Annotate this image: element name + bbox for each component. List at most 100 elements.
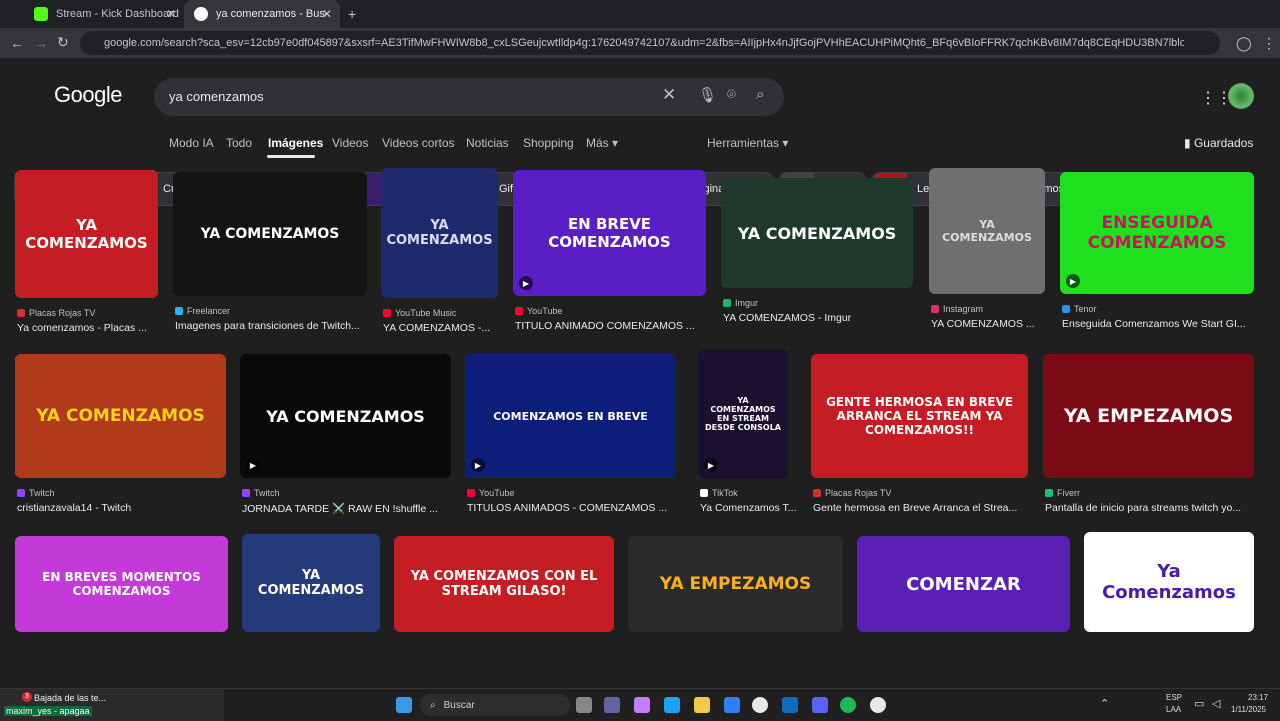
- tab-title: Stream - Kick Dashboard: [56, 8, 179, 20]
- result-source[interactable]: YouTube: [467, 488, 514, 498]
- tab-videos-cortos[interactable]: Videos cortos: [382, 136, 455, 150]
- result-thumbnail[interactable]: YA COMENZAMOS: [15, 354, 226, 478]
- tab-google-search[interactable]: ya comenzamos - Buscar con Google ✕: [184, 0, 340, 28]
- result-thumbnail[interactable]: YA COMENZAMOS ▶: [240, 354, 451, 478]
- google-logo[interactable]: Google: [54, 82, 122, 108]
- result-title[interactable]: Enseguida Comenzamos We Start GI...: [1062, 318, 1256, 330]
- result-source[interactable]: Placas Rojas TV: [17, 308, 95, 318]
- result-title[interactable]: Pantalla de inicio para streams twitch y…: [1045, 502, 1256, 514]
- windows-start-icon[interactable]: [396, 697, 412, 713]
- avatar[interactable]: [1228, 83, 1254, 109]
- search-box[interactable]: ya comenzamos ✕ 🎙 ⌾ ⌕: [154, 78, 784, 116]
- result-source[interactable]: Tenor: [1062, 304, 1097, 314]
- discord-icon[interactable]: [812, 697, 828, 713]
- tab-shopping[interactable]: Shopping: [523, 136, 574, 150]
- spotify-icon[interactable]: [840, 697, 856, 713]
- result-title[interactable]: TITULO ANIMADO COMENZAMOS ...: [515, 320, 708, 332]
- result-thumbnail[interactable]: YA COMENZAMOS: [242, 534, 380, 632]
- thumbnail-text: YA COMENZAMOS EN STREAM DESDE CONSOLA: [705, 396, 781, 432]
- result-title[interactable]: Gente hermosa en Breve Arranca el Strea.…: [813, 502, 1030, 514]
- chrome-icon[interactable]: [752, 697, 768, 713]
- source-favicon-icon: [515, 307, 523, 315]
- result-source[interactable]: YouTube: [515, 306, 562, 316]
- close-icon[interactable]: ✕: [322, 7, 332, 21]
- volume-icon[interactable]: ◁: [1212, 697, 1220, 710]
- result-title[interactable]: cristianzavala14 - Twitch: [17, 502, 228, 514]
- teams-icon[interactable]: [604, 697, 620, 713]
- source-favicon-icon: [931, 305, 939, 313]
- edge-icon[interactable]: [664, 697, 680, 713]
- result-title[interactable]: Ya comenzamos - Placas ...: [17, 322, 177, 334]
- result-thumbnail[interactable]: YA EMPEZAMOS: [628, 536, 843, 632]
- outlook-icon[interactable]: [782, 697, 798, 713]
- result-source[interactable]: TikTok: [700, 488, 738, 498]
- close-icon[interactable]: ✕: [166, 7, 176, 21]
- tab-mas[interactable]: Más ▾: [586, 136, 618, 150]
- store-icon[interactable]: [724, 697, 740, 713]
- result-thumbnail[interactable]: COMENZAR: [857, 536, 1070, 632]
- result-thumbnail[interactable]: EN BREVES MOMENTOS COMENZAMOS: [15, 536, 228, 632]
- saved-button[interactable]: ▮ Guardados: [1184, 136, 1253, 150]
- result-source[interactable]: Placas Rojas TV: [813, 488, 891, 498]
- copilot-icon[interactable]: [634, 697, 650, 713]
- result-title[interactable]: YA COMENZAMOS - Imgur: [723, 312, 915, 324]
- back-icon[interactable]: ←: [10, 35, 24, 51]
- result-thumbnail[interactable]: YA COMENZAMOS: [381, 168, 498, 298]
- tab-todo[interactable]: Todo: [226, 136, 252, 150]
- tools-button[interactable]: Herramientas ▾: [707, 136, 788, 150]
- result-source[interactable]: Twitch: [17, 488, 55, 498]
- result-source[interactable]: Imgur: [723, 298, 758, 308]
- new-tab-button[interactable]: +: [348, 6, 356, 22]
- thumbnail-text: EN BREVES MOMENTOS COMENZAMOS: [42, 570, 201, 598]
- result-thumbnail[interactable]: YA COMENZAMOS: [929, 168, 1045, 294]
- tab-videos[interactable]: Videos: [332, 136, 368, 150]
- tab-imagenes[interactable]: Imágenes: [268, 136, 323, 150]
- file-explorer-icon[interactable]: [694, 697, 710, 713]
- result-title[interactable]: TITULOS ANIMADOS - COMENZAMOS ...: [467, 502, 678, 514]
- network-icon[interactable]: ▭: [1194, 697, 1204, 710]
- result-title[interactable]: Imagenes para transiciones de Twitch...: [175, 320, 369, 332]
- source-name: Placas Rojas TV: [825, 488, 892, 498]
- result-thumbnail[interactable]: EN BREVE COMENZAMOS ▶: [513, 170, 706, 296]
- menu-icon[interactable]: ⋮: [1262, 35, 1276, 52]
- chrome-profile-icon[interactable]: [870, 697, 886, 713]
- search-icon[interactable]: ⌕: [756, 86, 764, 103]
- language-bottom[interactable]: LAA: [1166, 705, 1181, 714]
- task-view-icon[interactable]: [576, 697, 592, 713]
- clear-icon[interactable]: ✕: [662, 85, 676, 105]
- result-thumbnail[interactable]: YA COMENZAMOS: [15, 170, 158, 298]
- result-thumbnail[interactable]: YA EMPEZAMOS: [1043, 354, 1254, 478]
- result-thumbnail[interactable]: YA COMENZAMOS CON EL STREAM GILASO!: [394, 536, 614, 632]
- address-bar[interactable]: google.com/search?sca_esv=12cb97e0df0458…: [80, 31, 1220, 55]
- result-thumbnail[interactable]: GENTE HERMOSA EN BREVE ARRANCA EL STREAM…: [811, 354, 1028, 478]
- tab-modo-ia[interactable]: Modo IA: [169, 136, 214, 150]
- camera-icon[interactable]: ⌾: [727, 86, 736, 103]
- language-top[interactable]: ESP: [1166, 693, 1182, 702]
- result-source[interactable]: Freelancer: [175, 306, 230, 316]
- result-thumbnail[interactable]: YA COMENZAMOS EN STREAM DESDE CONSOLA ▶: [698, 350, 788, 478]
- source-name: Twitch: [254, 488, 280, 498]
- result-title[interactable]: JORNADA TARDE ⚔️ RAW EN !shuffle ...: [242, 502, 453, 515]
- microphone-icon[interactable]: 🎙: [698, 86, 717, 104]
- reload-icon[interactable]: ↻: [57, 34, 69, 51]
- result-thumbnail[interactable]: ENSEGUIDA COMENZAMOS ▶: [1060, 172, 1254, 294]
- taskbar-search[interactable]: ⌕ Buscar: [420, 694, 570, 716]
- forward-icon[interactable]: →: [34, 35, 48, 51]
- result-source[interactable]: Instagram: [931, 304, 983, 314]
- result-source[interactable]: YouTube Music: [383, 308, 456, 318]
- tab-kick-dashboard[interactable]: Stream - Kick Dashboard ✕: [24, 0, 184, 28]
- clock-date[interactable]: 1/11/2025: [1231, 705, 1266, 714]
- chevron-up-icon[interactable]: ⌃: [1100, 697, 1109, 710]
- result-thumbnail[interactable]: YA COMENZAMOS: [721, 178, 913, 288]
- tab-noticias[interactable]: Noticias: [466, 136, 509, 150]
- search-nav-tabs: Modo IA Todo Imágenes Videos Videos cort…: [0, 136, 1280, 160]
- result-thumbnail[interactable]: COMENZAMOS EN BREVE ▶: [465, 354, 676, 478]
- search-input[interactable]: ya comenzamos: [169, 89, 264, 104]
- result-source[interactable]: Twitch: [242, 488, 280, 498]
- clock-time[interactable]: 23:17: [1248, 693, 1268, 702]
- profile-icon[interactable]: ◯: [1236, 35, 1252, 52]
- result-source[interactable]: Fiverr: [1045, 488, 1080, 498]
- result-thumbnail[interactable]: Ya Comenzamos: [1084, 532, 1254, 632]
- notification-preview[interactable]: 3 Bajada de las te... maxim_yes - apagaa: [0, 689, 224, 721]
- result-thumbnail[interactable]: YA COMENZAMOS: [173, 172, 367, 296]
